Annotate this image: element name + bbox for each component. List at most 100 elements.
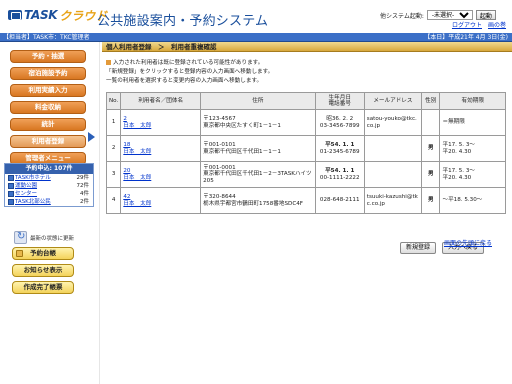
phone: 01-2345-6789 bbox=[319, 148, 360, 155]
cell-address: 〒123-4567 東京都中央区たすく町1－1－1 bbox=[200, 109, 316, 136]
reservation-item-name[interactable]: センター bbox=[8, 191, 37, 197]
col-no: No. bbox=[105, 92, 122, 110]
reservation-item[interactable]: TASK北部公民 2件 bbox=[5, 198, 93, 206]
report-button[interactable]: 作成完了帳票 bbox=[12, 281, 74, 294]
cell-birth-phone: 028-648-2111 bbox=[314, 187, 365, 214]
cell-name[interactable]: 2 日本 太郎 bbox=[120, 109, 202, 136]
phone: 00-1111-2222 bbox=[319, 174, 360, 181]
header: TASK クラウド 公共施設案内・予約システム 他システム起動: -未選択- 起… bbox=[0, 0, 512, 33]
logo-mark-icon bbox=[8, 10, 22, 20]
task-cloud-logo: TASK クラウド bbox=[8, 8, 107, 23]
reservation-item-count: 72件 bbox=[76, 183, 90, 189]
address: 東京都千代田区千代田1－2－3TASKハイツ205 bbox=[203, 171, 312, 184]
cell-name[interactable]: 42 日本 太郎 bbox=[120, 187, 202, 214]
ledger-icon bbox=[16, 250, 23, 257]
cell-email: satou-youko@tkc.co.jp bbox=[363, 109, 423, 136]
refresh-icon[interactable] bbox=[14, 231, 27, 244]
bullet-icon bbox=[106, 60, 111, 65]
info-bar: 【担当者】TASK市：TKC管理者 【本日】平成21年 4月 3日(金) bbox=[0, 33, 512, 42]
reservation-item-count: 4件 bbox=[80, 191, 89, 197]
cell-email: tsuuki-kazushi@tkc.co.jp bbox=[363, 187, 423, 214]
address: 栃木県宇都宮市鶴田町1758番地SDC4F bbox=[203, 200, 304, 207]
user-name-link[interactable]: 日本 太郎 bbox=[123, 123, 198, 130]
notice-label[interactable]: お知らせ表示 bbox=[24, 266, 63, 274]
cell-name[interactable]: 18 日本 太郎 bbox=[120, 135, 202, 162]
cell-birth-phone: 昭36. 2. 2 03-3456-7899 bbox=[314, 109, 365, 136]
menu-reservation[interactable]: 予約・抽選 bbox=[10, 50, 86, 63]
user-name-link[interactable]: 日本 太郎 bbox=[123, 175, 198, 182]
reservation-summary-title: 予約申込: 107件 bbox=[5, 164, 93, 174]
notice-button[interactable]: お知らせ表示 bbox=[12, 264, 74, 277]
col-address: 住所 bbox=[200, 92, 316, 110]
system-start-label: 他システム起動: bbox=[380, 12, 424, 20]
col-email: メールアドレス bbox=[363, 92, 423, 110]
top-links: ログアウト 画の巻 bbox=[452, 20, 506, 29]
cell-email bbox=[363, 135, 423, 162]
duplicate-user-table: No. 利用者名／団体名 住所 生年月日 電話番号 メールアドレス 性別 有効期… bbox=[105, 92, 506, 214]
reservation-ledger-label[interactable]: 予約台帳 bbox=[30, 249, 56, 257]
active-arrow-icon bbox=[88, 132, 95, 142]
col-gender: 性別 bbox=[421, 92, 441, 110]
cell-email bbox=[363, 161, 423, 188]
cell-gender: 男 bbox=[421, 161, 441, 188]
start-button[interactable]: 起動 bbox=[475, 10, 496, 20]
cell-expiry: ～平18. 5.30～ bbox=[439, 187, 506, 214]
cell-address: 〒001-0001 東京都千代田区千代田1－2－3TASKハイツ205 bbox=[200, 161, 316, 188]
table-header-row: No. 利用者名／団体名 住所 生年月日 電話番号 メールアドレス 性別 有効期… bbox=[105, 92, 506, 110]
reservation-item[interactable]: センター 4件 bbox=[5, 190, 93, 198]
system-select[interactable]: -未選択- bbox=[426, 10, 473, 20]
reservation-ledger-button[interactable]: 予約台帳 bbox=[12, 247, 74, 260]
report-label[interactable]: 作成完了帳票 bbox=[24, 283, 63, 291]
menu-statistics[interactable]: 統計 bbox=[10, 118, 86, 131]
new-registration-button[interactable]: 新規登録 bbox=[400, 242, 437, 254]
page-top-link[interactable]: 画面の先頭に戻る bbox=[444, 238, 492, 247]
user-name-link[interactable]: 日本 太郎 bbox=[123, 201, 198, 208]
cell-expiry: 平17. 5. 3～ 平20. 4.30 bbox=[439, 135, 506, 162]
system-title: 公共施設案内・予約システム bbox=[97, 14, 269, 29]
phone: 03-3456-7899 bbox=[319, 122, 360, 129]
cell-name[interactable]: 20 日本 太郎 bbox=[120, 161, 202, 188]
cell-gender: 男 bbox=[421, 187, 441, 214]
cell-birth-phone: 平54. 1. 1 01-2345-6789 bbox=[314, 135, 365, 162]
refresh-label[interactable]: 最新の状態に更新 bbox=[30, 234, 74, 242]
reservation-item-name[interactable]: TASK市ホテル bbox=[8, 175, 51, 181]
reservation-item-count: 29件 bbox=[76, 175, 90, 181]
address: 東京都中央区たすく町1－1－1 bbox=[203, 122, 281, 129]
message-1-text: 入力された利用者は既に登録されている可能性があります。 bbox=[113, 60, 264, 66]
page-title: 個人利用者登録 ＞ 利用者重複確認 bbox=[102, 42, 512, 52]
cell-expiry: ＝無期限 bbox=[439, 109, 506, 136]
col-name: 利用者名／団体名 bbox=[120, 92, 202, 110]
menu-usage-input[interactable]: 利用実績入力 bbox=[10, 84, 86, 97]
reservation-item-name[interactable]: 運動公園 bbox=[8, 183, 37, 189]
cell-no: 1 bbox=[105, 109, 122, 136]
sidebar: 予約・抽選 宿泊施設予約 利用実績入力 料金収納 統計 利用者登録 管理者メニュ… bbox=[0, 42, 100, 384]
reservation-item[interactable]: TASK市ホテル 29件 bbox=[5, 174, 93, 182]
address: 東京都千代田区千代田1－1－1 bbox=[203, 148, 281, 155]
user-name-link[interactable]: 日本 太郎 bbox=[123, 149, 198, 156]
cell-no: 4 bbox=[105, 187, 122, 214]
cell-birth-phone: 平54. 1. 1 00-1111-2222 bbox=[314, 161, 365, 188]
table-row[interactable]: 3 20 日本 太郎 〒001-0001 東京都千代田区千代田1－2－3TASK… bbox=[105, 161, 506, 188]
menu-fee[interactable]: 料金収納 bbox=[10, 101, 86, 114]
col-expiry: 有効期限 bbox=[439, 92, 506, 110]
table-row[interactable]: 2 18 日本 太郎 〒001-0101 東京都千代田区千代田1－1－1 平54… bbox=[105, 135, 506, 162]
logout-link[interactable]: ログアウト bbox=[452, 20, 482, 29]
table-row[interactable]: 1 2 日本 太郎 〒123-4567 東京都中央区たすく町1－1－1 昭36.… bbox=[105, 109, 506, 136]
menu-lodging[interactable]: 宿泊施設予約 bbox=[10, 67, 86, 80]
today-date: 【本日】平成21年 4月 3日(金) bbox=[424, 34, 508, 41]
refresh-control[interactable]: 最新の状態に更新 bbox=[14, 231, 74, 244]
message-3: 一覧の利用者を選択すると変更内容の入力画面へ移動します。 bbox=[106, 78, 263, 84]
cell-no: 3 bbox=[105, 161, 122, 188]
col-birth-phone: 生年月日 電話番号 bbox=[314, 92, 365, 110]
reservation-summary: 予約申込: 107件 TASK市ホテル 29件 運動公園 72件 センター 4件… bbox=[4, 163, 94, 207]
reservation-item[interactable]: 運動公園 72件 bbox=[5, 182, 93, 190]
menu-user-registration[interactable]: 利用者登録 bbox=[10, 135, 86, 148]
kanri-link[interactable]: 画の巻 bbox=[488, 20, 506, 29]
cell-gender: 男 bbox=[421, 135, 441, 162]
operator-info: 【担当者】TASK市：TKC管理者 bbox=[3, 34, 90, 41]
system-start: 他システム起動: -未選択- 起動 bbox=[380, 10, 496, 20]
table-row[interactable]: 4 42 日本 太郎 〒320-8644 栃木県宇都宮市鶴田町1758番地SDC… bbox=[105, 187, 506, 214]
message-2: 「新規登録」をクリックすると登録内容の入力画面へ移動します。 bbox=[106, 69, 274, 75]
reservation-item-name[interactable]: TASK北部公民 bbox=[8, 199, 51, 205]
cell-no: 2 bbox=[105, 135, 122, 162]
